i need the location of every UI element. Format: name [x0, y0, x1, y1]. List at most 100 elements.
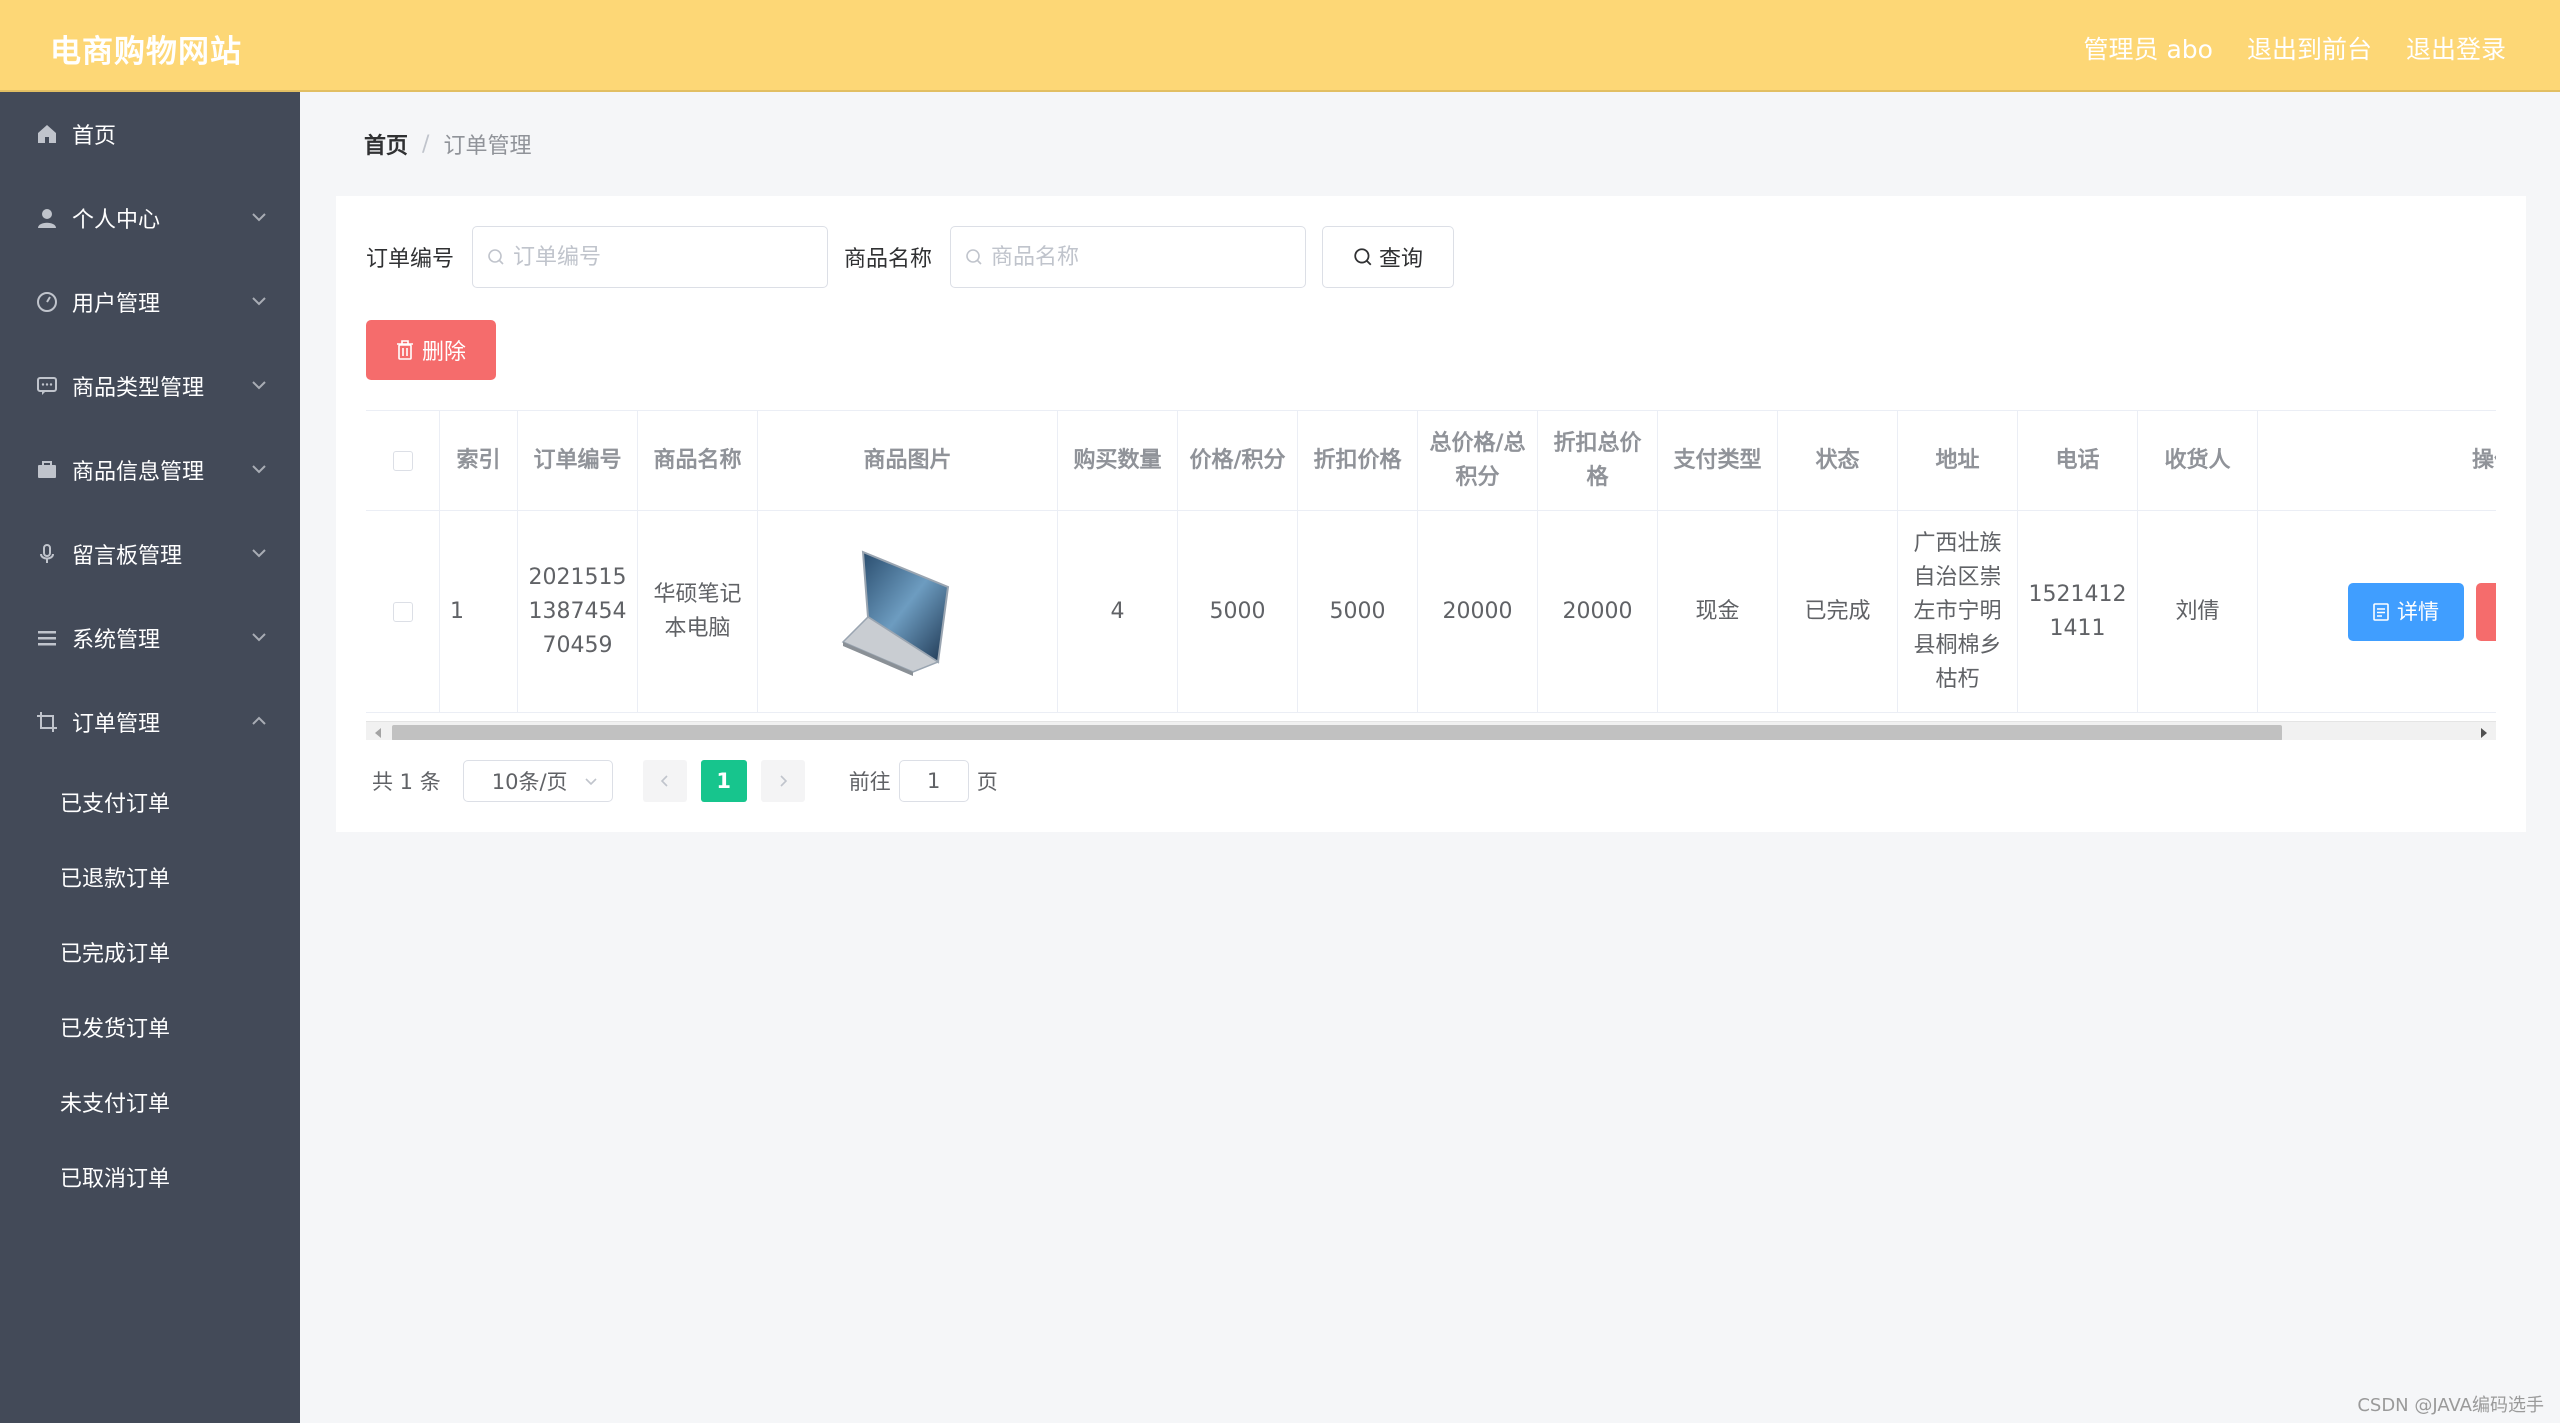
- cell-status: 已完成: [1778, 511, 1898, 712]
- table-header-row: 索引 订单编号 商品名称 商品图片 购买数量 价格/积分 折扣价格 总价格/总积…: [366, 411, 2496, 511]
- sidebar-subitem-cancelled-orders[interactable]: 已取消订单: [0, 1139, 300, 1214]
- admin-label[interactable]: 管理员 abo: [2084, 30, 2213, 66]
- delete-button[interactable]: 删除: [366, 320, 496, 380]
- cell-discount-price: 5000: [1298, 511, 1418, 712]
- query-button-label: 查询: [1379, 247, 1424, 272]
- sidebar-item-product-type[interactable]: 商品类型管理: [0, 344, 300, 428]
- sidebar-item-system-management[interactable]: 系统管理: [0, 596, 300, 680]
- header-actions: 管理员 abo 退出到前台 退出登录: [2084, 30, 2506, 66]
- detail-button[interactable]: 详情: [2348, 582, 2464, 641]
- sidebar-subitem-completed-orders[interactable]: 已完成订单: [0, 914, 300, 989]
- header-phone: 电话: [2018, 411, 2138, 510]
- chat-icon: [34, 373, 60, 399]
- detail-button-label: 详情: [2397, 599, 2439, 624]
- scroll-right-arrow-icon[interactable]: [2476, 725, 2492, 740]
- header-receiver: 收货人: [2138, 411, 2258, 510]
- sidebar-item-user-management[interactable]: 用户管理: [0, 260, 300, 344]
- sidebar-item-label: 商品信息管理: [72, 460, 205, 485]
- header-discount-price: 折扣价格: [1298, 411, 1418, 510]
- header-actions: 操作: [2258, 411, 2496, 510]
- scroll-left-arrow-icon[interactable]: [370, 725, 386, 740]
- product-name-input-wrapper: [950, 226, 1307, 288]
- header-actions-label: 操作: [2471, 447, 2496, 473]
- cell-total: 20000: [1418, 511, 1538, 712]
- page-number-current[interactable]: 1: [700, 760, 747, 802]
- sidebar-item-order-management[interactable]: 订单管理: [0, 680, 300, 764]
- search-icon: [488, 249, 504, 265]
- table-row: 1 20215151387454 70459 华硕笔记本电脑 4 5000 50…: [366, 511, 2496, 713]
- chevron-down-icon: [252, 297, 266, 306]
- header-status: 状态: [1778, 411, 1898, 510]
- sidebar-item-home[interactable]: 首页: [0, 92, 300, 176]
- breadcrumb-home[interactable]: 首页: [364, 128, 408, 160]
- sidebar-item-personal-center[interactable]: 个人中心: [0, 176, 300, 260]
- query-button[interactable]: 查询: [1322, 226, 1455, 288]
- header-discount-total: 折扣总价格: [1538, 411, 1658, 510]
- cell-product-image: [758, 511, 1058, 712]
- breadcrumb: 首页 / 订单管理: [364, 128, 531, 160]
- page-size-value: 10条/页: [491, 770, 568, 794]
- cell-receiver: 刘倩: [2138, 511, 2258, 712]
- page-suffix: 页: [976, 770, 998, 794]
- horizontal-scrollbar[interactable]: [366, 721, 2496, 740]
- header-address: 地址: [1898, 411, 2018, 510]
- chevron-down-icon: [252, 549, 266, 558]
- header-product-image: 商品图片: [758, 411, 1058, 510]
- cell-product-name: 华硕笔记本电脑: [638, 511, 758, 712]
- cell-address: 广西壮族自治区崇左市宁明县桐棉乡枯朽: [1898, 511, 2018, 712]
- cell-order-no: 20215151387454 70459: [518, 511, 638, 712]
- trash-icon: [396, 340, 413, 360]
- breadcrumb-separator: /: [422, 131, 430, 157]
- next-page-button[interactable]: [760, 760, 805, 802]
- document-icon: [2373, 602, 2389, 621]
- select-all-checkbox[interactable]: [392, 450, 413, 471]
- sidebar-subitem-shipped-orders[interactable]: 已发货订单: [0, 989, 300, 1064]
- order-no-label: 订单编号: [366, 247, 455, 272]
- chevron-down-icon: [252, 633, 266, 642]
- row-select-cell: [366, 511, 440, 712]
- sidebar-item-message-board[interactable]: 留言板管理: [0, 512, 300, 596]
- user-icon: [34, 205, 60, 231]
- goto-page-input[interactable]: [898, 760, 969, 802]
- sidebar-subitem-paid-orders[interactable]: 已支付订单: [0, 764, 300, 839]
- header-product-name: 商品名称: [638, 411, 758, 510]
- sidebar-subitem-refunded-orders[interactable]: 已退款订单: [0, 839, 300, 914]
- header-quantity: 购买数量: [1058, 411, 1178, 510]
- sidebar-item-label: 订单管理: [72, 712, 161, 737]
- row-checkbox[interactable]: [392, 601, 413, 622]
- total-count: 共 1 条: [372, 770, 441, 794]
- sidebar-subitem-unpaid-orders[interactable]: 未支付订单: [0, 1064, 300, 1139]
- home-icon: [34, 121, 60, 147]
- product-name-input[interactable]: [991, 244, 1282, 270]
- header-pay-type: 支付类型: [1658, 411, 1778, 510]
- chevron-down-icon: [585, 778, 597, 786]
- header-total: 总价格/总积分: [1418, 411, 1538, 510]
- sidebar-item-label: 商品类型管理: [72, 376, 205, 401]
- exit-to-frontend-link[interactable]: 退出到前台: [2247, 30, 2372, 66]
- sidebar-item-product-info[interactable]: 商品信息管理: [0, 428, 300, 512]
- goto-label: 前往: [848, 770, 891, 794]
- order-no-input[interactable]: [513, 244, 804, 270]
- search-icon: [966, 249, 982, 265]
- logout-link[interactable]: 退出登录: [2406, 30, 2506, 66]
- laptop-image: [841, 549, 949, 676]
- scrollbar-thumb[interactable]: [392, 725, 2282, 740]
- sidebar-item-label: 首页: [72, 124, 117, 149]
- chevron-down-icon: [252, 465, 266, 474]
- header-price: 价格/积分: [1178, 411, 1298, 510]
- microphone-icon: [34, 541, 60, 567]
- product-name-label: 商品名称: [844, 247, 933, 272]
- order-no-input-wrapper: [472, 226, 829, 288]
- delete-button-label: 删除: [421, 340, 466, 365]
- header-select-all-cell: [366, 411, 440, 510]
- sidebar-item-label: 系统管理: [72, 628, 161, 653]
- chevron-left-icon: [660, 775, 668, 787]
- delete-row-button[interactable]: [2476, 582, 2496, 641]
- order-list-card: 订单编号 商品名称 查询 删除: [336, 196, 2526, 832]
- search-icon: [1354, 248, 1372, 266]
- chevron-down-icon: [252, 381, 266, 390]
- page-size-select[interactable]: 10条/页: [462, 760, 613, 802]
- main-content: 首页 / 订单管理 订单编号 商品名称 查询 删除: [300, 92, 2560, 1423]
- cell-price: 5000: [1178, 511, 1298, 712]
- prev-page-button[interactable]: [642, 760, 687, 802]
